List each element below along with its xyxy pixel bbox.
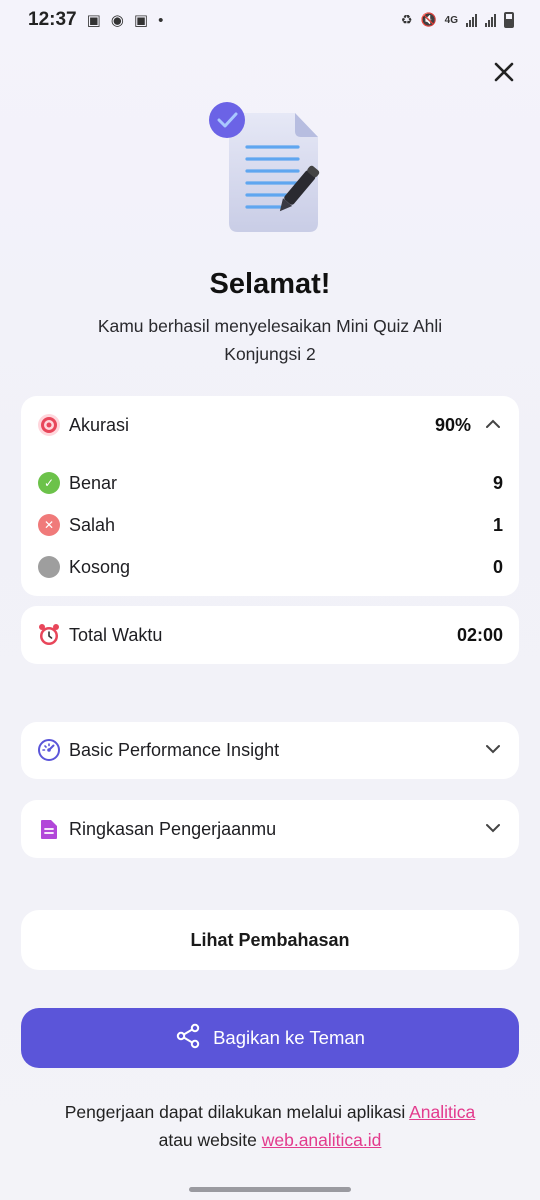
accuracy-label: Akurasi [69,414,130,435]
chevron-down-icon [483,741,503,759]
insight-card[interactable]: Basic Performance Insight [21,722,519,779]
list-item-empty: Kosong 0 [21,546,519,588]
time-value: 02:00 [456,624,503,645]
instagram-icon: ▣ [133,12,149,29]
gallery-icon: ▣ [86,12,101,29]
share-icon [175,1023,201,1054]
list-item-correct: ✓ Benar 9 [21,462,519,504]
result-subtitle: Kamu berhasil menyelesaikan Mini Quiz Ah… [97,316,443,364]
time-label: Total Waktu [69,624,163,645]
network-label: 4G [444,14,458,26]
speedometer-icon [37,738,61,762]
status-bar: 12:37 ▣ ◉ ▣ • ♻ 🔇 4G [0,0,540,40]
chevron-up-icon [483,416,503,434]
footer-text-1: Pengerjaan dapat dilakukan melalui aplik… [64,1102,410,1122]
close-icon [494,62,514,82]
more-notifications-icon: • [158,11,164,29]
battery-saver-icon: ♻ [400,12,413,27]
accuracy-value: 90% [434,414,471,435]
app-icon: ◉ [110,12,124,29]
alarm-clock-icon [37,623,61,647]
empty-label: Kosong [69,556,131,577]
accuracy-header[interactable]: Akurasi 90% [21,404,519,446]
summary-label: Ringkasan Pengerjaanmu [69,818,277,839]
document-illustration [200,95,340,240]
empty-icon [38,556,60,578]
review-button[interactable]: Lihat Pembahasan [21,910,519,970]
target-icon [37,413,61,437]
x-icon: ✕ [38,514,60,536]
status-time: 12:37 [28,9,77,30]
battery-icon [504,12,514,28]
summary-card[interactable]: Ringkasan Pengerjaanmu [21,800,519,858]
signal-icon-2 [485,13,496,27]
accuracy-card: Akurasi 90% ✓ Benar 9 ✕ Salah 1 Kosong 0 [21,396,519,596]
correct-value: 9 [492,472,503,493]
footer-note: Pengerjaan dapat dilakukan melalui aplik… [20,1098,520,1154]
footer-text-2: atau website [158,1130,262,1150]
empty-value: 0 [492,556,503,577]
check-icon: ✓ [38,472,60,494]
share-button[interactable]: Bagikan ke Teman [21,1008,519,1068]
mute-icon: 🔇 [420,12,437,27]
app-link[interactable]: Analitica [409,1102,475,1122]
close-button[interactable] [488,56,520,88]
website-link[interactable]: web.analitica.id [262,1130,382,1150]
correct-label: Benar [69,472,118,493]
time-card: Total Waktu 02:00 [21,606,519,664]
document-icon [37,817,61,841]
share-label: Bagikan ke Teman [213,1027,365,1048]
signal-icon [466,13,477,27]
list-item-wrong: ✕ Salah 1 [21,504,519,546]
wrong-label: Salah [69,514,116,535]
home-indicator[interactable] [189,1187,351,1192]
chevron-down-icon [483,820,503,838]
insight-label: Basic Performance Insight [69,739,280,760]
wrong-value: 1 [492,514,503,535]
page-title: Selamat! [209,268,331,300]
